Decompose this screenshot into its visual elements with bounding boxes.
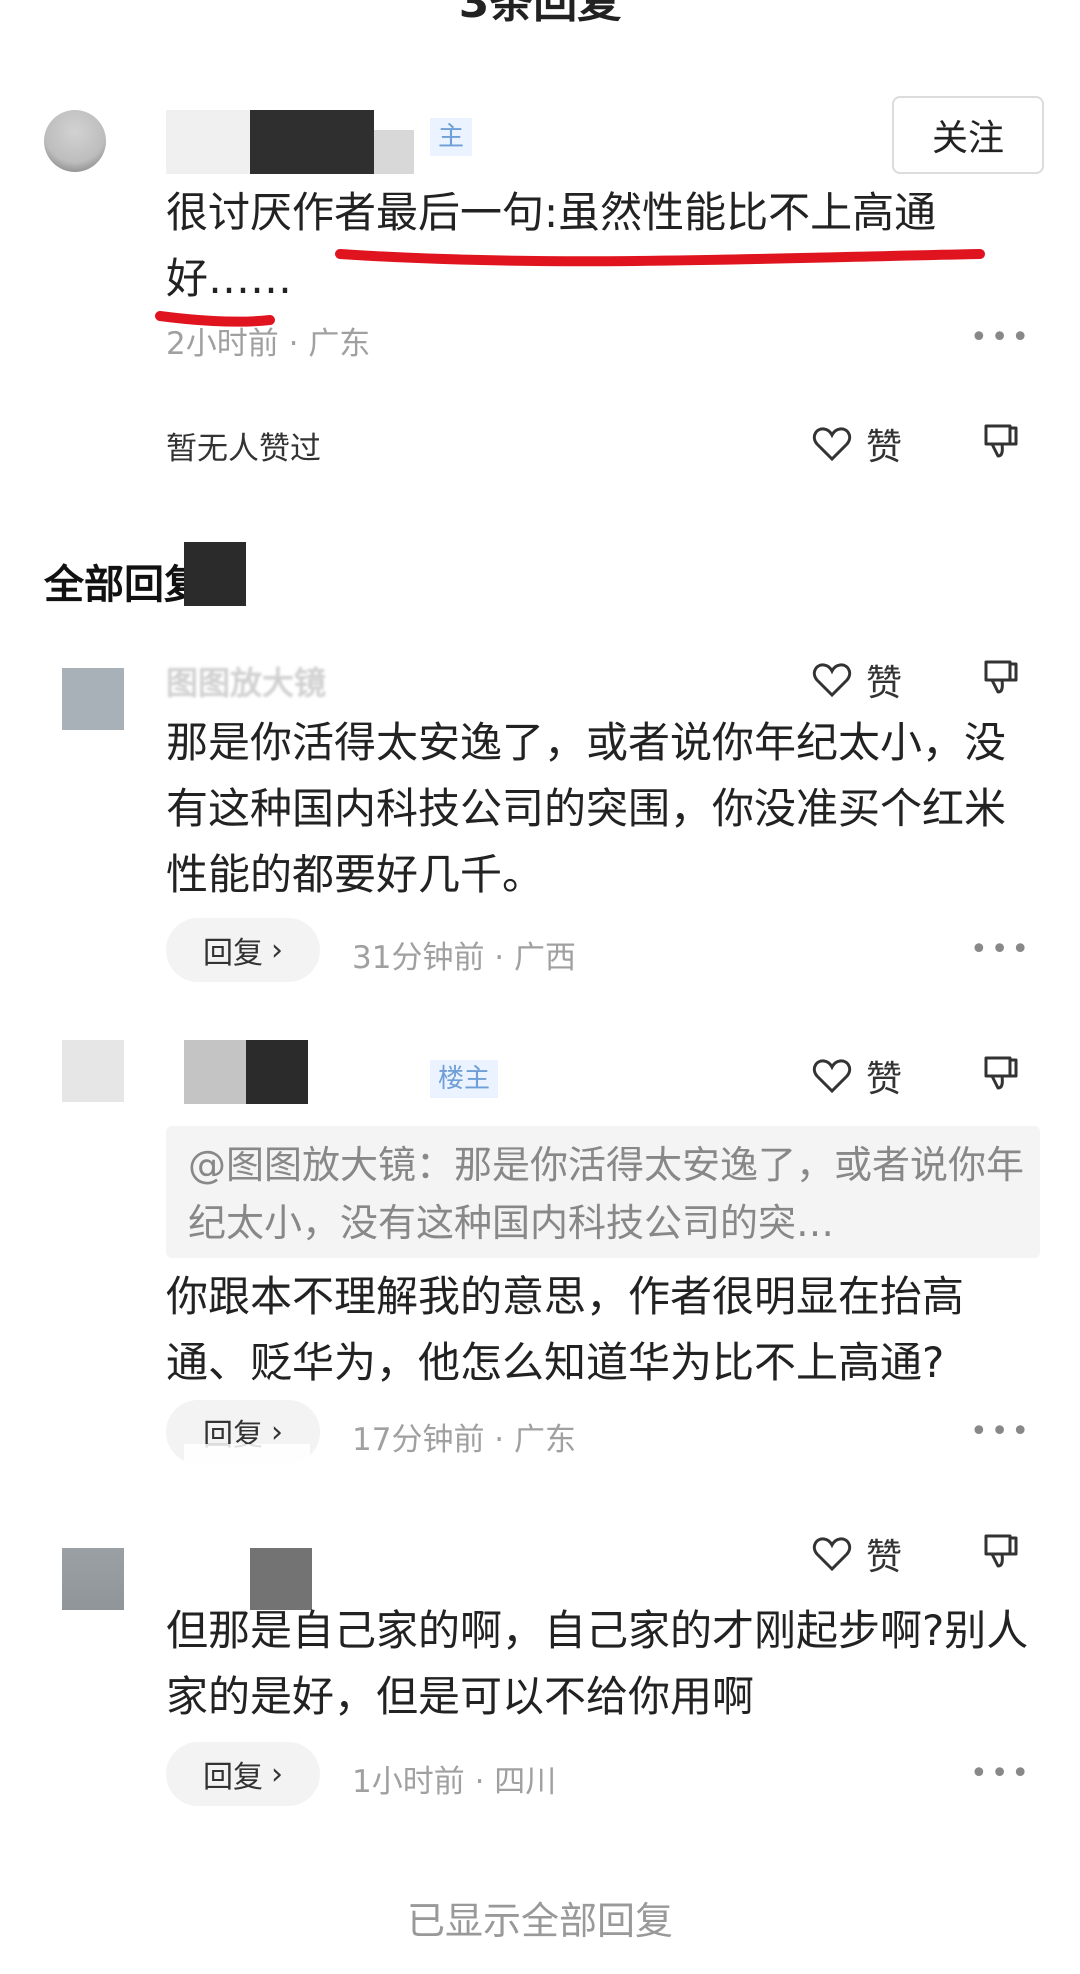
reply-3-more-icon[interactable]: ••• [970, 1756, 1032, 1791]
reply-1-text: 那是你活得太安逸了，或者说你年纪太小，没有这种国内科技公司的突围，你没准买个红米… [166, 718, 1007, 899]
reply-1-username[interactable]: 图图放大镜 [166, 658, 326, 704]
op-time: 2小时前 [166, 326, 279, 362]
chevron-right-icon: › [271, 1756, 283, 1792]
section-title: 全部回复 [44, 562, 204, 608]
reply-3-dislike-icon[interactable] [982, 1530, 1022, 1574]
op-avatar[interactable] [44, 110, 106, 172]
reply-1-meta: 31分钟前 · 广西 [352, 940, 577, 976]
heart-icon [812, 1537, 852, 1572]
chevron-right-icon: › [271, 932, 283, 968]
reply-1-more-icon[interactable]: ••• [970, 932, 1032, 967]
reply-1-avatar[interactable] [62, 668, 124, 730]
reply-2-username-mosaic[interactable] [184, 1040, 434, 1104]
reply-1-like-button[interactable]: 赞 [812, 654, 902, 706]
op-more-icon[interactable]: ••• [970, 320, 1032, 355]
reply-2-text: 你跟本不理解我的意思，作者很明显在抬高通、贬华为，他怎么知道华为比不上高通? [166, 1272, 965, 1387]
reply-3-avatar[interactable] [62, 1548, 124, 1610]
op-author-badge: 主 [430, 116, 473, 156]
likes-status: 暂无人赞过 [166, 431, 321, 467]
quoted-reply-text: @图图放大镜：那是你活得太安逸了，或者说你年纪太小，没有这种国内科技公司的突… [188, 1143, 1025, 1245]
reply-1-reply-button[interactable]: 回复 › [166, 918, 320, 982]
reply-3-text: 但那是自己家的啊，自己家的才刚起步啊?别人家的是好，但是可以不给你用啊 [166, 1606, 1029, 1721]
heart-icon [812, 427, 852, 462]
reply-2-more-icon[interactable]: ••• [970, 1414, 1032, 1449]
page-title: 3条回复 [458, 0, 622, 28]
reply-3-meta: 1小时前 · 四川 [352, 1764, 557, 1800]
op-username-mosaic[interactable] [166, 110, 466, 174]
reply-2-avatar[interactable] [62, 1040, 124, 1102]
op-meta: 2小时前 · 广东 [166, 326, 371, 362]
reply-2-footer-mosaic [184, 1444, 310, 1488]
reply-2-dislike-icon[interactable] [982, 1052, 1022, 1096]
reply-3-like-button[interactable]: 赞 [812, 1528, 902, 1580]
reply-2-author-badge: 楼主 [430, 1058, 499, 1098]
follow-button[interactable]: 关注 [892, 96, 1044, 174]
heart-icon [812, 663, 852, 698]
reply-3-reply-button[interactable]: 回复 › [166, 1742, 320, 1806]
section-title-mosaic [184, 542, 246, 606]
all-replies-shown-text: 已显示全部回复 [406, 1899, 673, 1943]
op-location: 广东 [308, 326, 371, 362]
reply-2-like-button[interactable]: 赞 [812, 1050, 902, 1102]
op-dislike-icon[interactable] [982, 420, 1022, 464]
heart-icon [812, 1059, 852, 1094]
op-like-button[interactable]: 赞 [812, 418, 902, 470]
reply-2-meta: 17分钟前 · 广东 [352, 1422, 577, 1458]
reply-1-dislike-icon[interactable] [982, 656, 1022, 700]
